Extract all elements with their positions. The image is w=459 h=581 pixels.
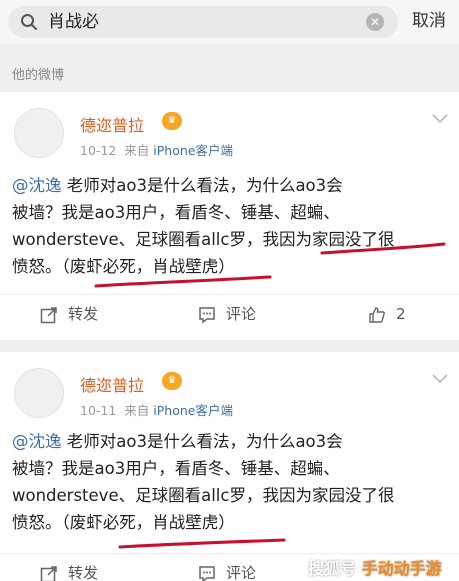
thumbs-up-icon: [369, 306, 385, 323]
post-source: iPhone客户端: [153, 143, 233, 158]
section-title: 他的微博: [12, 68, 65, 83]
mention-link[interactable]: @沈逸: [12, 432, 62, 451]
post-via: 来自: [124, 143, 150, 158]
post-line: @沈逸 老师对ao3是什么看法，为什么ao3会: [12, 176, 343, 195]
repost-button[interactable]: 转发: [40, 562, 98, 581]
search-icon: [21, 14, 37, 30]
post-meta: 10-12 来自 iPhone客户端: [80, 140, 233, 159]
post-line: 被墙？我是ao3用户，看盾冬、锤基、超蝙、: [12, 203, 340, 222]
search-input[interactable]: 肖战必 ✕: [8, 6, 398, 38]
vip-badge-icon: ♛: [162, 112, 182, 130]
like-count: 2: [396, 305, 406, 323]
repost-button[interactable]: 转发: [40, 303, 98, 325]
post-line: @沈逸 老师对ao3是什么看法，为什么ao3会: [12, 432, 343, 451]
post-line: 被墙？我是ao3用户，看盾冬、锤基、超蝙、: [12, 459, 340, 478]
chevron-down-icon[interactable]: [432, 374, 448, 384]
post-via: 来自: [124, 403, 150, 418]
post-meta: 10-11 来自 iPhone客户端: [80, 400, 233, 419]
post-card[interactable]: 德迩普拉 ♛ 10-12 来自 iPhone客户端 @沈逸 老师对ao3是什么看…: [0, 92, 459, 340]
username[interactable]: 德迩普拉: [80, 372, 144, 396]
vip-badge-icon: ♛: [162, 372, 182, 390]
post-actions: 转发 评论 2: [0, 294, 459, 334]
post-body: @沈逸 老师对ao3是什么看法，为什么ao3会 被墙？我是ao3用户，看盾冬、锤…: [12, 428, 452, 536]
comment-button[interactable]: 评论: [198, 562, 256, 581]
post-line: wondersteve、足球圈看allc罗，我因为家园没了很: [12, 230, 395, 249]
chevron-down-icon[interactable]: [432, 114, 448, 124]
repost-icon: [40, 565, 57, 581]
comment-icon: [199, 565, 215, 581]
post-line: 愤怒。（废虾必死，肖战壁虎）: [12, 513, 235, 532]
repost-icon: [40, 306, 57, 323]
post-line: wondersteve、足球圈看allc罗，我因为家园没了很: [12, 486, 395, 505]
search-query: 肖战必: [48, 12, 99, 32]
post-card[interactable]: 德迩普拉 ♛ 10-11 来自 iPhone客户端 @沈逸 老师对ao3是什么看…: [0, 352, 459, 581]
username[interactable]: 德迩普拉: [80, 112, 144, 136]
post-source: iPhone客户端: [153, 403, 233, 418]
comment-button[interactable]: 评论: [198, 303, 256, 325]
comment-icon: [199, 306, 215, 323]
mention-link[interactable]: @沈逸: [12, 176, 62, 195]
like-button[interactable]: 2: [368, 303, 406, 325]
watermark: 搜狐号 手动动手游: [308, 559, 442, 578]
post-body: @沈逸 老师对ao3是什么看法，为什么ao3会 被墙？我是ao3用户，看盾冬、锤…: [12, 172, 452, 280]
post-date: 10-12: [80, 143, 117, 158]
avatar[interactable]: [14, 368, 64, 418]
avatar[interactable]: [14, 108, 64, 158]
cancel-button[interactable]: 取消: [412, 10, 446, 32]
clear-icon[interactable]: ✕: [366, 13, 384, 31]
search-bar: 肖战必 ✕ 取消: [0, 0, 459, 44]
post-line: 愤怒。（废虾必死，肖战壁虎）: [12, 257, 235, 276]
post-date: 10-11: [80, 403, 117, 418]
